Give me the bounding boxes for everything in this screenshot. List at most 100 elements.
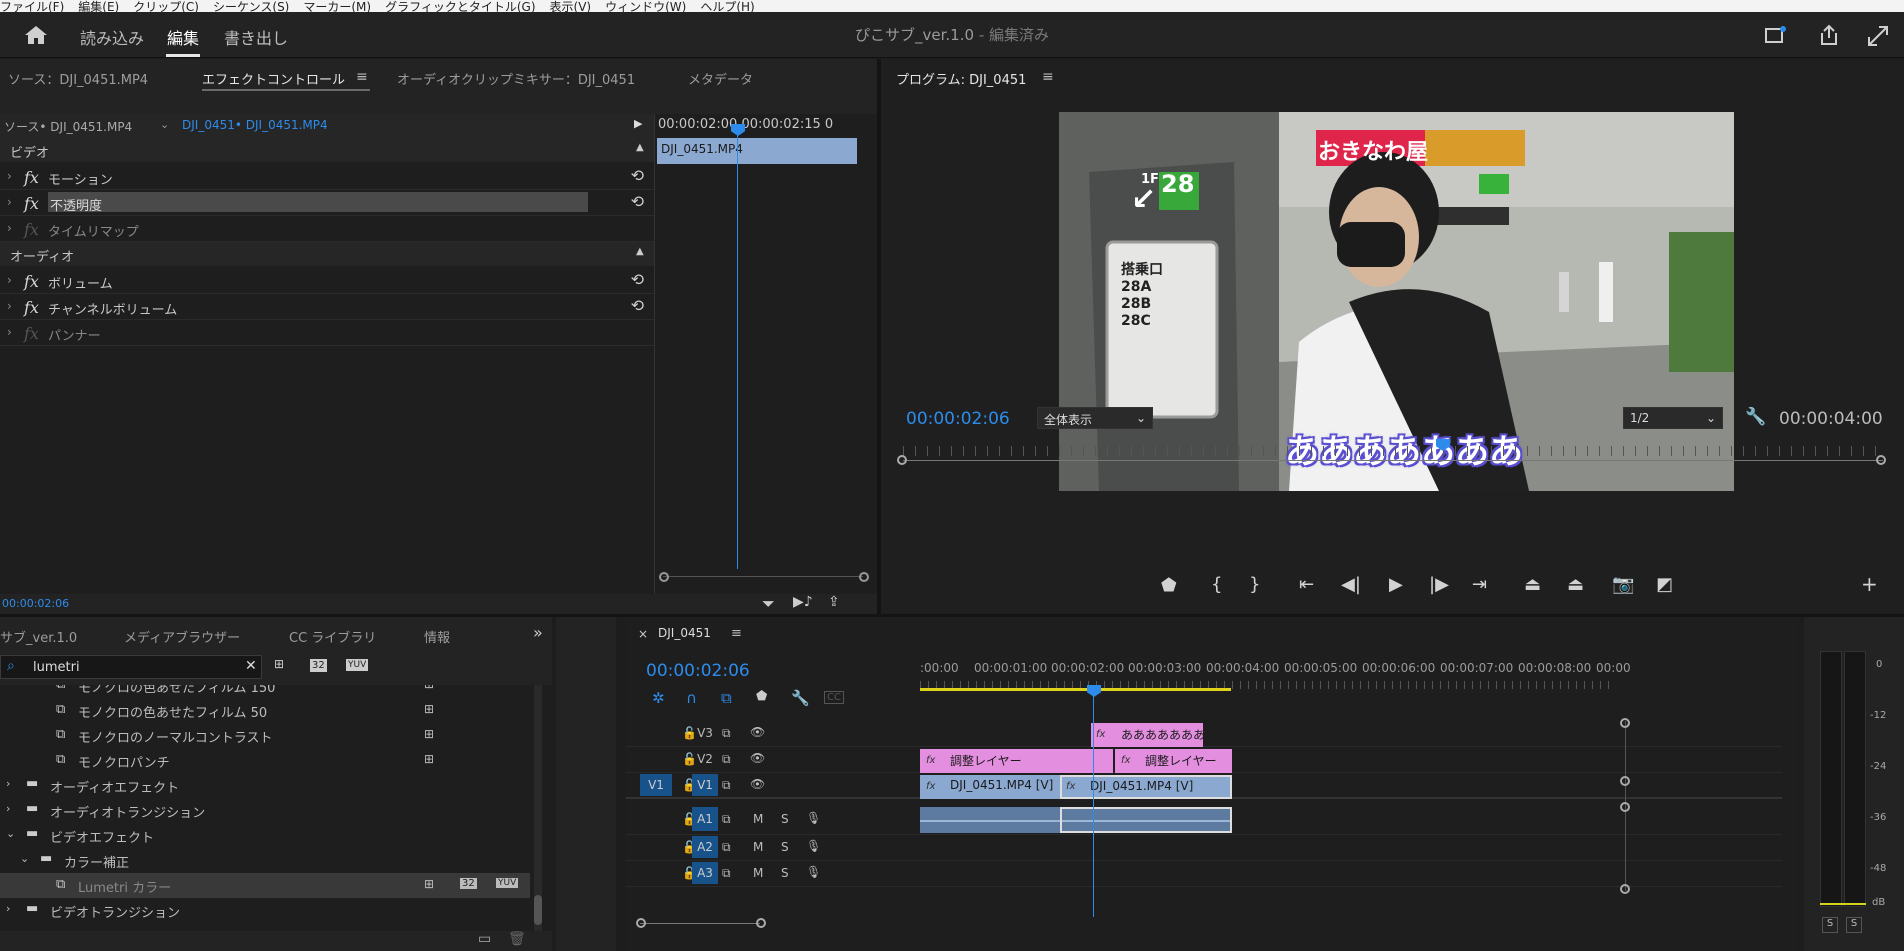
mark-in-icon[interactable]: {	[1211, 574, 1222, 595]
timeline-settings-icon[interactable]: 🔧	[791, 689, 810, 707]
sync-lock-icon[interactable]: ⧉	[722, 866, 731, 881]
scrubber-out-handle[interactable]	[1876, 455, 1886, 465]
list-item[interactable]: ⧉ モノクロの色あせたフィルム 50 ⊞	[0, 698, 530, 723]
panel-menu-icon[interactable]: ≡	[356, 69, 368, 85]
fx-icon[interactable]: fx	[24, 194, 39, 213]
timeline-timecode[interactable]: 00:00:02:06	[646, 661, 750, 681]
work-area-bar[interactable]	[920, 688, 1231, 691]
menu-window[interactable]: ウィンドウ(W)	[605, 1, 686, 12]
folder-row[interactable]: › ▬ オーディオトランジション	[0, 798, 530, 823]
go-to-in-icon[interactable]: ⇤	[1299, 574, 1314, 595]
scroll-handle-right[interactable]	[859, 572, 869, 582]
zoom-handle-left[interactable]	[636, 918, 646, 928]
effect-row-volume[interactable]: › fx ボリューム ⟲	[0, 268, 654, 294]
solo-button[interactable]: S	[781, 840, 789, 854]
master-source-label[interactable]: ソース• DJI_0451.MP4	[4, 118, 132, 135]
tab-metadata[interactable]: メタデータ	[688, 69, 753, 88]
camera-icon[interactable]: 📷	[1612, 574, 1634, 595]
expand-chevron-icon[interactable]: ›	[6, 777, 10, 790]
sync-lock-icon[interactable]: ⧉	[722, 778, 731, 793]
sync-lock-icon[interactable]: ⧉	[722, 812, 731, 827]
horizontal-zoom-bar[interactable]	[640, 923, 760, 924]
menu-view[interactable]: 表示(V)	[550, 1, 592, 12]
eye-icon[interactable]: 👁	[750, 777, 765, 791]
fx-icon[interactable]: fx	[24, 272, 39, 291]
folder-row[interactable]: › ▬ オーディオエフェクト	[0, 773, 530, 798]
folder-row[interactable]: ⌄ ▬ ビデオエフェクト	[0, 823, 530, 848]
step-back-icon[interactable]: ◀|	[1341, 574, 1361, 595]
play-only-icon[interactable]: ▶	[634, 117, 642, 130]
tab-effect-controls[interactable]: エフェクトコントロール	[202, 69, 345, 88]
clip-v1-b[interactable]: DJI_0451.MP4 [V]	[1060, 775, 1232, 799]
wrench-icon[interactable]: 🔧	[1745, 407, 1766, 427]
source-patch-v1[interactable]: V1	[640, 774, 672, 796]
expand-chevron-icon[interactable]: ›	[7, 221, 12, 235]
effect-row-time-remap[interactable]: › fx タイムリマップ	[0, 216, 654, 242]
folder-row[interactable]: › ▬ ビデオトランジション	[0, 898, 530, 923]
new-folder-icon[interactable]: ▭	[478, 931, 491, 947]
collapse-chevron-icon[interactable]: ⌄	[6, 827, 15, 840]
add-button-icon[interactable]: +	[1861, 572, 1878, 596]
microphone-icon[interactable]: 🎙	[806, 865, 821, 879]
track-label[interactable]: V3	[692, 722, 718, 744]
reset-icon[interactable]: ⟲	[631, 192, 644, 211]
solo-left-button[interactable]: S	[1822, 917, 1838, 933]
quick-export-icon[interactable]	[1765, 26, 1787, 44]
tab-cc-library[interactable]: CC ライブラリ	[289, 627, 376, 646]
collapse-chevron-icon[interactable]: ⌄	[20, 852, 29, 865]
accelerated-icon[interactable]: ⊞	[274, 657, 284, 671]
resolution-select[interactable]: 1/2 ⌄	[1623, 407, 1723, 429]
menu-help[interactable]: ヘルプ(H)	[700, 1, 754, 12]
sync-lock-icon[interactable]: ⧉	[722, 752, 731, 767]
tab-project[interactable]: サブ_ver.1.0	[0, 627, 77, 646]
clear-search-icon[interactable]: ✕	[245, 658, 257, 674]
panel-menu-icon[interactable]: ≡	[1042, 69, 1054, 85]
play-icon[interactable]: ▶	[1389, 574, 1403, 595]
track-label[interactable]: A1	[692, 807, 718, 831]
effect-row-motion[interactable]: › fx モーション ⟲	[0, 164, 654, 190]
menu-sequence[interactable]: シーケンス(S)	[213, 1, 289, 12]
mini-playhead-handle[interactable]	[731, 124, 745, 136]
timeline-playhead[interactable]	[1093, 691, 1094, 917]
microphone-icon[interactable]: 🎙	[806, 811, 821, 825]
add-marker-icon[interactable]: ⬟	[1161, 575, 1177, 596]
tab-media-browser[interactable]: メディアブラウザー	[124, 627, 240, 646]
go-to-out-icon[interactable]: ⇥	[1472, 574, 1487, 595]
32bit-filter-icon[interactable]: 32	[310, 659, 327, 672]
more-panels-icon[interactable]: »	[533, 623, 543, 642]
library-scroll-thumb[interactable]	[534, 895, 542, 925]
zoom-select[interactable]: 全体表示 ⌄	[1037, 407, 1153, 429]
mute-button[interactable]: M	[753, 866, 763, 880]
mini-scrollbar[interactable]	[663, 576, 863, 577]
track-label[interactable]: V2	[692, 748, 718, 770]
program-title[interactable]: プログラム: DJI_0451	[896, 69, 1026, 88]
menu-graphics[interactable]: グラフィックとタイトル(G)	[385, 1, 535, 12]
tab-audio-clip-mixer[interactable]: オーディオクリップミキサー：DJI_0451	[397, 69, 635, 88]
export-frame-icon[interactable]: ⇪	[828, 594, 840, 610]
mute-button[interactable]: M	[753, 840, 763, 854]
comparison-view-icon[interactable]: ◩	[1656, 574, 1673, 595]
eye-icon[interactable]: 👁	[750, 725, 765, 739]
scroll-handle[interactable]	[1620, 884, 1630, 894]
collapse-icon[interactable]: ▲	[636, 142, 644, 153]
filter-icon[interactable]: ⏷	[762, 594, 775, 614]
captions-icon[interactable]: CC	[824, 691, 844, 704]
track-label[interactable]: V1	[692, 774, 718, 796]
step-forward-icon[interactable]: |▶	[1429, 574, 1449, 595]
track-label[interactable]: A2	[692, 836, 718, 858]
mark-out-icon[interactable]: }	[1249, 574, 1260, 595]
expand-chevron-icon[interactable]: ›	[7, 169, 12, 183]
share-icon[interactable]	[1818, 24, 1840, 46]
fullscreen-icon[interactable]	[1867, 25, 1889, 47]
menu-clip[interactable]: クリップ(C)	[133, 1, 199, 12]
list-item[interactable]: ⧉ モノクロのノーマルコントラスト ⊞	[0, 723, 530, 748]
list-item-selected[interactable]: ⧉ Lumetri カラー ⊞ 32 YUV	[0, 873, 530, 898]
effect-row-panner[interactable]: › fx パンナー	[0, 320, 654, 346]
sync-lock-icon[interactable]: ⧉	[722, 840, 731, 855]
list-item[interactable]: ⧉ モノクロの色あせたフィルム 150 ⊞	[0, 685, 530, 698]
delete-icon[interactable]: 🗑	[508, 931, 526, 947]
eye-icon[interactable]: 👁	[750, 751, 765, 765]
track-label[interactable]: A3	[692, 862, 718, 884]
folder-row[interactable]: ⌄ ▬ カラー補正	[0, 848, 530, 873]
chevron-down-icon[interactable]: ⌄	[160, 118, 169, 131]
